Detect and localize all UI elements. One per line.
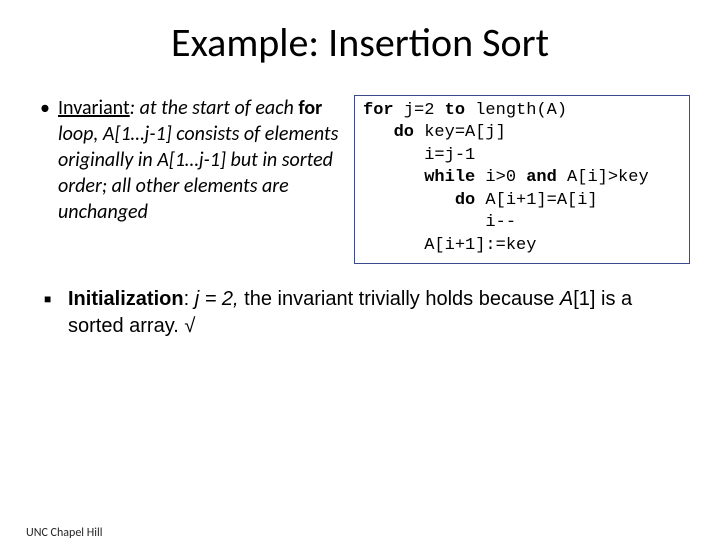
kw-and: and bbox=[526, 168, 557, 187]
code-t: key=A[j] bbox=[414, 123, 506, 142]
footer-text: UNC Chapel Hill bbox=[26, 526, 103, 540]
invariant-label: Invariant bbox=[58, 96, 130, 120]
code-t: i-- bbox=[363, 213, 516, 232]
square-bullet-icon: ■ bbox=[44, 286, 68, 340]
kw-do2: do bbox=[363, 191, 475, 210]
code-t: length(A) bbox=[465, 101, 567, 120]
kw-do: do bbox=[363, 123, 414, 142]
kw-while: while bbox=[363, 168, 475, 187]
code-t: i=j-1 bbox=[363, 146, 475, 165]
invariant-body: loop, A[1…j-1] consists of elements orig… bbox=[58, 122, 338, 224]
bullet-marker: • bbox=[40, 95, 58, 225]
kw-to: to bbox=[445, 101, 465, 120]
slide-title: Example: Insertion Sort bbox=[0, 18, 720, 67]
init-arr: A bbox=[560, 288, 573, 310]
initialization-text: Initialization: j = 2, the invariant tri… bbox=[68, 286, 676, 340]
init-j2: j = 2, bbox=[195, 288, 239, 310]
code-t: A[i+1]=A[i] bbox=[475, 191, 597, 210]
init-sep: : bbox=[184, 288, 195, 310]
init-r1: the invariant trivially holds because bbox=[239, 288, 560, 310]
invariant-text: Invariant: at the start of each for loop… bbox=[58, 95, 340, 225]
kw-for: for bbox=[363, 101, 394, 120]
code-t: A[i+1]:=key bbox=[363, 236, 536, 255]
code-t: i>0 bbox=[475, 168, 526, 187]
content-row: • Invariant: at the start of each for lo… bbox=[0, 95, 720, 264]
invariant-bullet: • Invariant: at the start of each for lo… bbox=[40, 95, 340, 225]
invariant-pre: : at the start of each bbox=[130, 96, 299, 120]
code-box: for j=2 to length(A) do key=A[j] i=j-1 w… bbox=[354, 95, 690, 264]
init-label: Initialization bbox=[68, 288, 184, 310]
invariant-for: for bbox=[298, 96, 322, 120]
initialization-bullet: ■ Initialization: j = 2, the invariant t… bbox=[44, 286, 676, 340]
code-t: A[i]>key bbox=[557, 168, 649, 187]
code-t: j=2 bbox=[394, 101, 445, 120]
